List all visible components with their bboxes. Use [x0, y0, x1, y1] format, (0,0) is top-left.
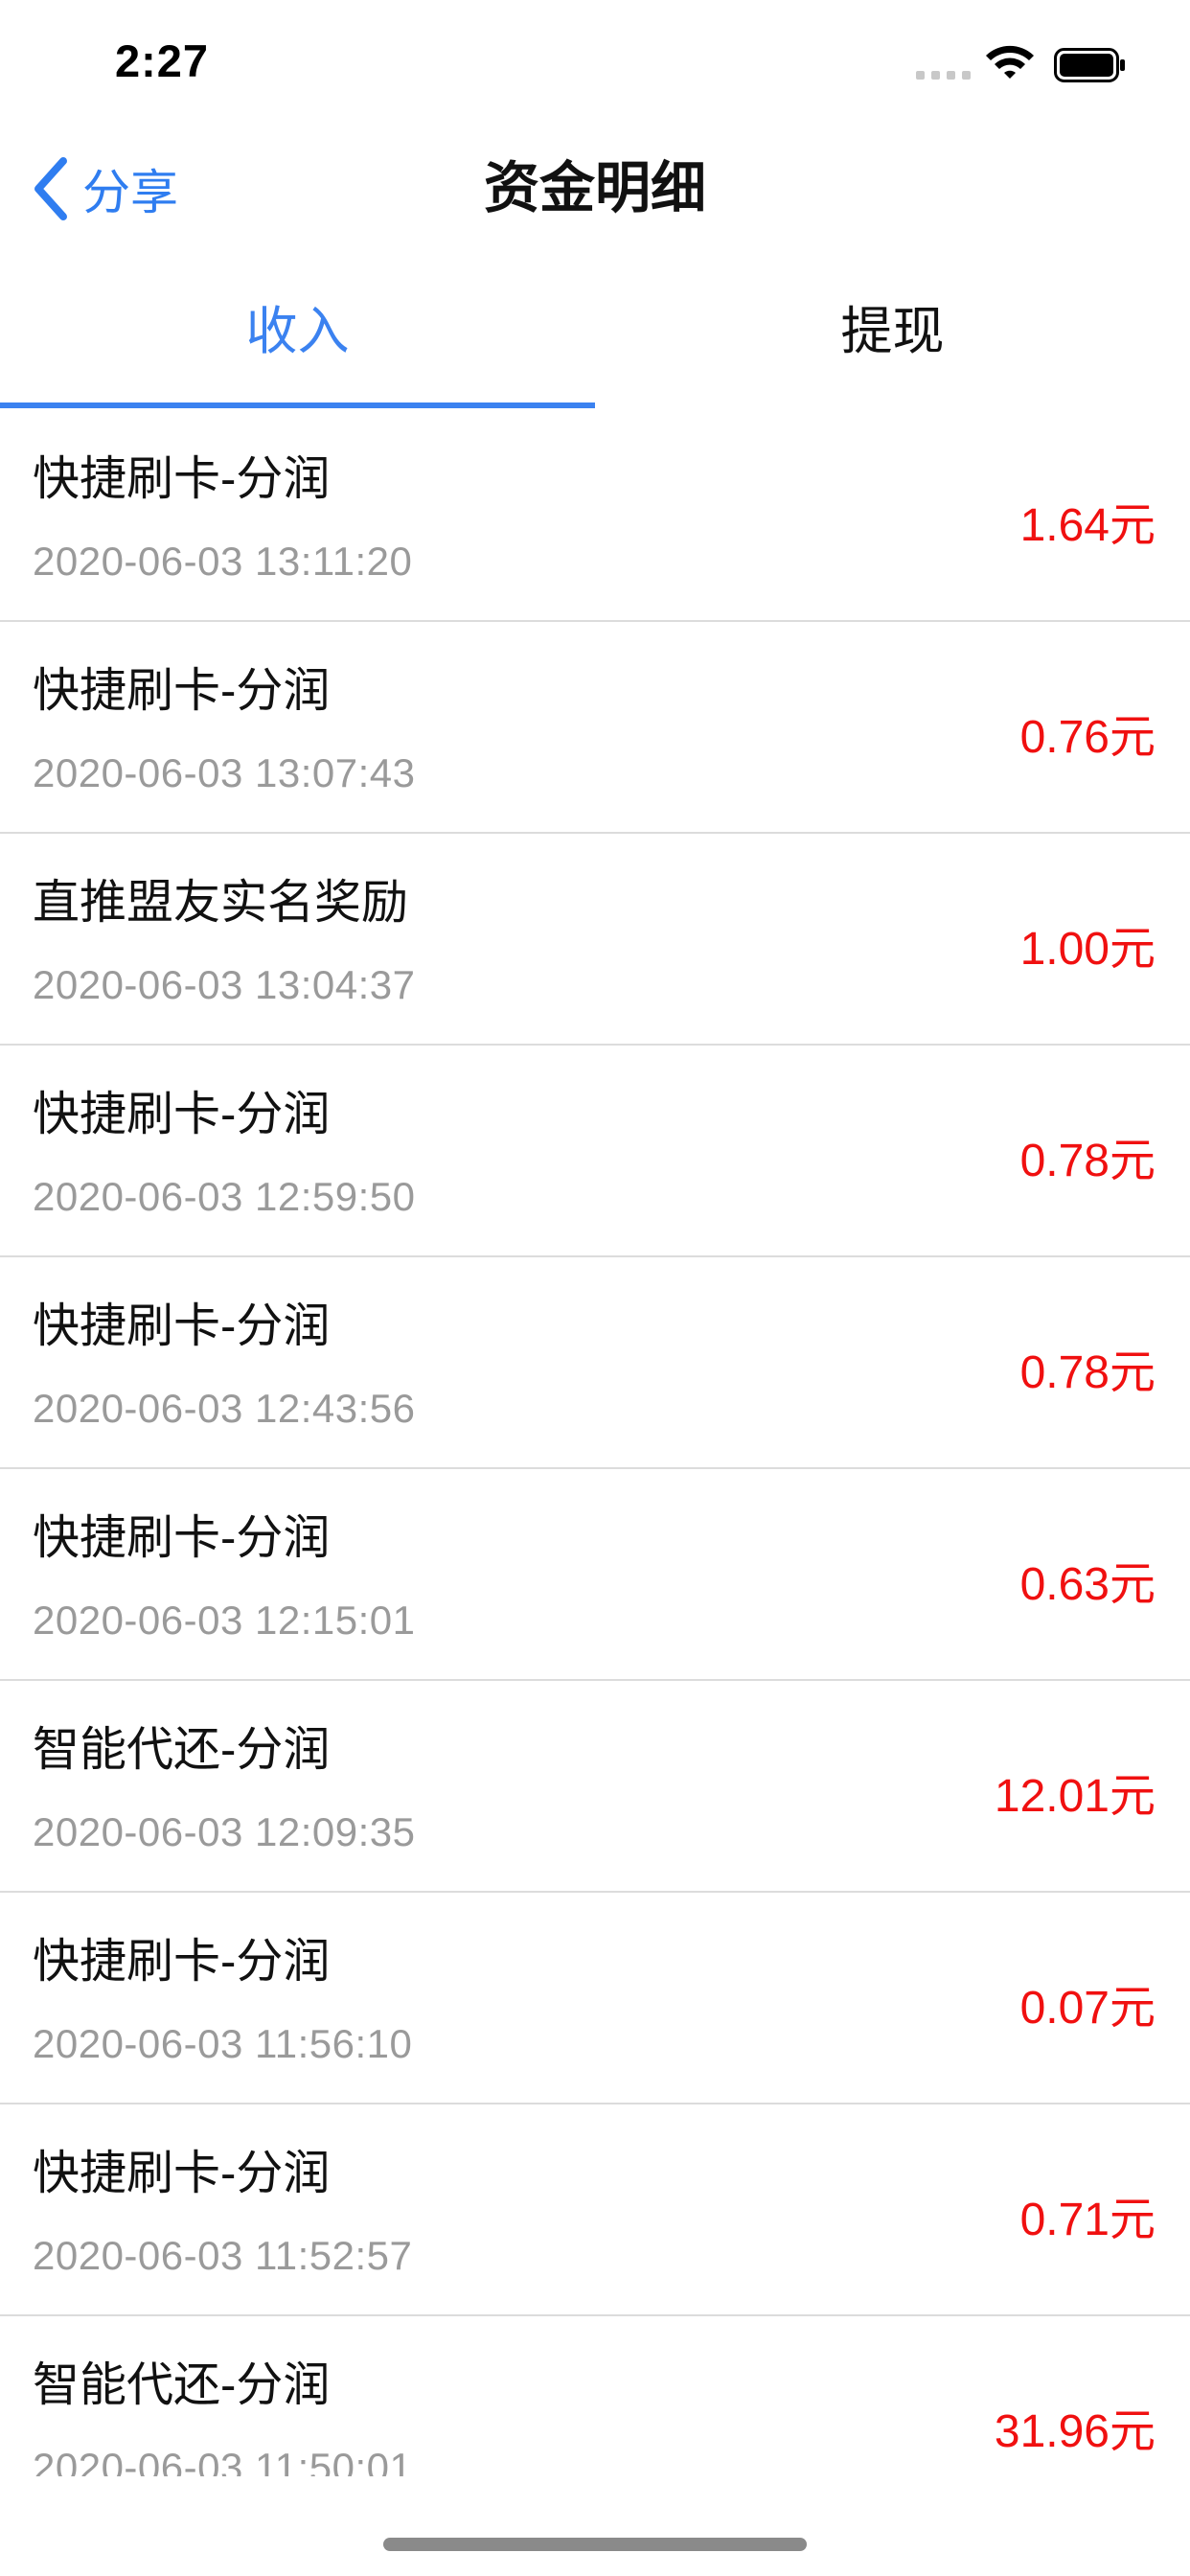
status-bar: 2:27 — [0, 0, 1190, 126]
record-amount: 0.76元 — [1019, 712, 1156, 763]
record-amount: 0.78元 — [1019, 1347, 1156, 1398]
record-title: 快捷刷卡-分润 — [33, 1300, 331, 1352]
record-time: 2020-06-03 12:59:50 — [33, 1174, 416, 1219]
wifi-icon — [986, 45, 1034, 79]
record-time: 2020-06-03 12:15:01 — [33, 1598, 416, 1643]
record-amount: 0.78元 — [1019, 1136, 1156, 1186]
record-amount: 0.63元 — [1019, 1559, 1156, 1610]
record-time: 2020-06-03 11:56:10 — [33, 2021, 413, 2066]
record-time: 2020-06-03 12:09:35 — [33, 1809, 416, 1854]
record-title: 直推盟友实名奖励 — [33, 877, 409, 929]
record-title: 快捷刷卡-分润 — [33, 2148, 331, 2199]
tab-bar: 收入 提现 — [0, 272, 1190, 410]
record-amount: 0.71元 — [1019, 2195, 1156, 2245]
list-item[interactable]: 快捷刷卡-分润 2020-06-03 12:43:56 0.78元 — [0, 1257, 1190, 1469]
record-title: 快捷刷卡-分润 — [33, 453, 331, 505]
list-item[interactable]: 快捷刷卡-分润 2020-06-03 13:11:20 1.64元 — [0, 410, 1190, 622]
record-title: 快捷刷卡-分润 — [33, 1512, 331, 1564]
record-title: 智能代还-分润 — [33, 2359, 331, 2411]
record-time: 2020-06-03 13:11:20 — [33, 539, 413, 584]
list-item[interactable]: 快捷刷卡-分润 2020-06-03 11:52:57 0.71元 — [0, 2104, 1190, 2316]
tab-active-indicator — [0, 402, 595, 408]
list-item[interactable]: 快捷刷卡-分润 2020-06-03 11:56:10 0.07元 — [0, 1893, 1190, 2104]
record-amount: 0.07元 — [1019, 1983, 1156, 2034]
record-time: 2020-06-03 13:07:43 — [33, 750, 416, 795]
home-indicator[interactable] — [383, 2538, 807, 2551]
list-item[interactable]: 直推盟友实名奖励 2020-06-03 13:04:37 1.00元 — [0, 834, 1190, 1046]
record-amount: 12.01元 — [994, 1771, 1156, 1822]
record-time: 2020-06-03 11:52:57 — [33, 2233, 413, 2278]
record-title: 智能代还-分润 — [33, 1724, 331, 1776]
list-item[interactable]: 智能代还-分润 2020-06-03 11:50:01 31.96元 — [0, 2316, 1190, 2476]
tab-withdraw[interactable]: 提现 — [595, 272, 1190, 410]
record-title: 快捷刷卡-分润 — [33, 1936, 331, 1988]
status-time: 2:27 — [115, 35, 210, 86]
list-item[interactable]: 智能代还-分润 2020-06-03 12:09:35 12.01元 — [0, 1681, 1190, 1893]
record-title: 快捷刷卡-分润 — [33, 1089, 331, 1140]
battery-icon — [1054, 48, 1125, 82]
record-amount: 31.96元 — [994, 2406, 1156, 2457]
record-time: 2020-06-03 12:43:56 — [33, 1386, 416, 1431]
record-time: 2020-06-03 11:50:01 — [33, 2445, 413, 2476]
tab-income[interactable]: 收入 — [0, 272, 595, 410]
transaction-list[interactable]: 快捷刷卡-分润 2020-06-03 13:11:20 1.64元 快捷刷卡-分… — [0, 410, 1190, 2476]
record-title: 快捷刷卡-分润 — [33, 665, 331, 717]
navigation-bar: 分享 资金明细 — [0, 126, 1190, 251]
page-title: 资金明细 — [483, 157, 706, 219]
record-amount: 1.00元 — [1019, 924, 1156, 975]
record-amount: 1.64元 — [1019, 500, 1156, 551]
list-item[interactable]: 快捷刷卡-分润 2020-06-03 13:07:43 0.76元 — [0, 622, 1190, 834]
list-item[interactable]: 快捷刷卡-分润 2020-06-03 12:15:01 0.63元 — [0, 1469, 1190, 1681]
record-time: 2020-06-03 13:04:37 — [33, 962, 416, 1007]
list-item[interactable]: 快捷刷卡-分润 2020-06-03 12:59:50 0.78元 — [0, 1046, 1190, 1257]
signal-icon — [916, 71, 971, 80]
